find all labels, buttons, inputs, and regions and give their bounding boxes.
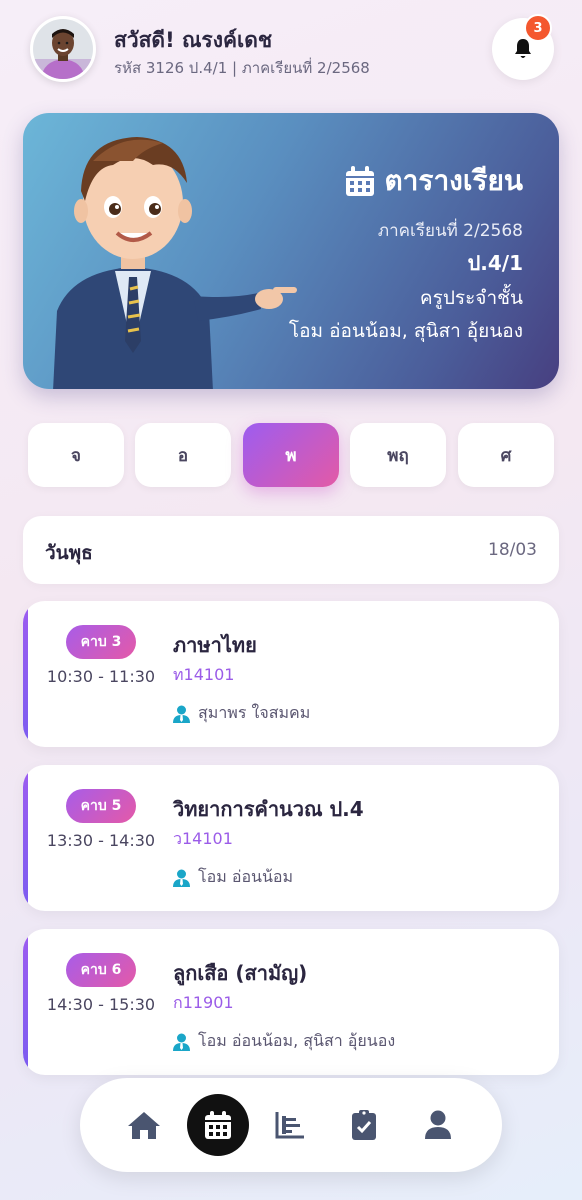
class-time: 14:30 - 15:30 — [46, 995, 156, 1014]
chart-icon — [275, 1112, 304, 1139]
term-text: ภาคเรียนที่ 2/2568 — [377, 221, 523, 241]
teacher-icon — [173, 1033, 190, 1051]
teacher-icon — [173, 869, 190, 887]
day-tab-fri[interactable]: ศ — [458, 423, 554, 487]
clipboard-check-icon — [352, 1110, 376, 1140]
subject-name: วิทยาการคำนวณ ป.4 — [173, 797, 364, 821]
schedule-hero-card: ตารางเรียน ภาคเรียนที่ 2/2568 ป.4/1 ครูป… — [23, 113, 559, 389]
day-header: วันพุธ 18/03 — [23, 516, 559, 584]
homeroom-teachers: โอม อ่อนน้อม, สุนิสา อุ้ยนอง — [288, 320, 523, 342]
teacher-name: โอม อ่อนน้อม — [198, 867, 294, 886]
day-date: 18/03 — [488, 540, 537, 560]
home-icon — [128, 1112, 160, 1139]
student-info: รหัส 3126 ป.4/1 | ภาคเรียนที่ 2/2568 — [114, 59, 370, 77]
nav-schedule[interactable] — [187, 1094, 249, 1156]
teacher-info: โอม อ่อนน้อม, สุนิสา อุ้ยนอง — [173, 1029, 395, 1054]
avatar[interactable] — [30, 16, 96, 82]
period-badge: คาบ 6 — [66, 953, 136, 987]
notification-badge: 3 — [524, 14, 552, 42]
header: สวัสดี! ณรงค์เดช รหัส 3126 ป.4/1 | ภาคเร… — [30, 14, 554, 82]
calendar-icon — [205, 1111, 231, 1139]
class-card[interactable]: คาบ 3 10:30 - 11:30 ภาษาไทย ท14101 สุมาพ… — [23, 601, 559, 747]
schedule-title: ตารางเรียน — [345, 159, 524, 203]
teacher-icon — [173, 705, 190, 723]
nav-profile[interactable] — [420, 1107, 456, 1143]
schedule-title-text: ตารางเรียน — [384, 164, 524, 197]
subject-code: ก11901 — [173, 993, 234, 1012]
subject-name: ภาษาไทย — [173, 633, 257, 657]
greeting-text: สวัสดี! ณรงค์เดช — [114, 28, 273, 52]
student-mascot-illustration — [53, 137, 297, 389]
day-tab-thu[interactable]: พฤ — [350, 423, 446, 487]
bottom-nav — [80, 1078, 502, 1172]
subject-name: ลูกเสือ (สามัญ) — [173, 961, 308, 985]
day-tab-wed[interactable]: พ — [243, 423, 339, 487]
calendar-icon — [345, 166, 374, 196]
period-badge: คาบ 5 — [66, 789, 136, 823]
day-name: วันพุธ — [45, 542, 93, 564]
nav-assignments[interactable] — [346, 1107, 382, 1143]
class-card[interactable]: คาบ 5 13:30 - 14:30 วิทยาการคำนวณ ป.4 ว1… — [23, 765, 559, 911]
day-selector: จ อ พ พฤ ศ — [28, 423, 554, 487]
teacher-name: โอม อ่อนน้อม, สุนิสา อุ้ยนอง — [198, 1031, 396, 1050]
subject-code: ท14101 — [173, 665, 235, 684]
class-card[interactable]: คาบ 6 14:30 - 15:30 ลูกเสือ (สามัญ) ก119… — [23, 929, 559, 1075]
day-tab-mon[interactable]: จ — [28, 423, 124, 487]
nav-reports[interactable] — [272, 1107, 308, 1143]
teacher-name: สุมาพร ใจสมคม — [198, 703, 311, 722]
class-time: 10:30 - 11:30 — [46, 667, 156, 686]
class-time: 13:30 - 14:30 — [46, 831, 156, 850]
class-text: ป.4/1 — [467, 251, 523, 275]
period-badge: คาบ 3 — [66, 625, 136, 659]
user-icon — [425, 1110, 451, 1139]
nav-home[interactable] — [126, 1107, 162, 1143]
day-tab-tue[interactable]: อ — [135, 423, 231, 487]
teacher-info: สุมาพร ใจสมคม — [173, 701, 310, 726]
homeroom-label: ครูประจำชั้น — [419, 287, 523, 309]
subject-code: ว14101 — [173, 829, 233, 848]
teacher-info: โอม อ่อนน้อม — [173, 865, 293, 890]
